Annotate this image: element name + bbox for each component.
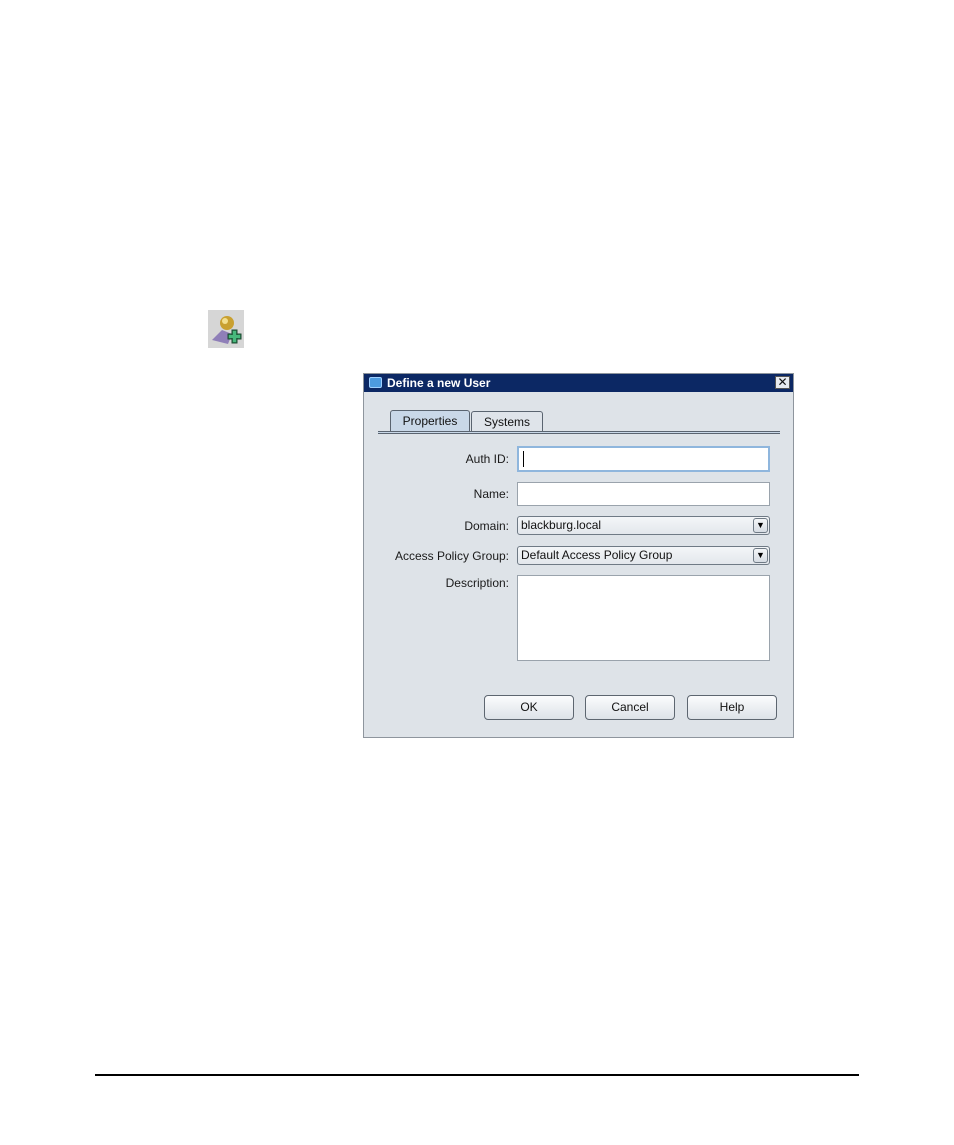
tab-properties[interactable]: Properties bbox=[390, 410, 470, 431]
define-user-dialog: Define a new User ✕ Properties Systems A… bbox=[363, 373, 794, 738]
add-user-icon[interactable] bbox=[208, 310, 244, 348]
window-icon bbox=[369, 377, 382, 388]
name-input[interactable] bbox=[517, 482, 770, 506]
domain-label: Domain: bbox=[464, 519, 509, 533]
chevron-down-icon[interactable]: ▼ bbox=[753, 548, 768, 563]
name-label: Name: bbox=[473, 487, 509, 501]
page: Define a new User ✕ Properties Systems A… bbox=[0, 0, 954, 1145]
dialog-titlebar[interactable]: Define a new User ✕ bbox=[364, 374, 793, 392]
domain-value: blackburg.local bbox=[521, 518, 602, 532]
close-button[interactable]: ✕ bbox=[775, 376, 790, 389]
close-icon: ✕ bbox=[777, 375, 788, 389]
access-policy-group-label: Access Policy Group: bbox=[394, 549, 509, 563]
help-button[interactable]: Help bbox=[687, 695, 777, 720]
footer-rule bbox=[95, 1074, 859, 1076]
tab-systems[interactable]: Systems bbox=[471, 411, 543, 431]
auth-id-label: Auth ID: bbox=[465, 452, 509, 466]
domain-select[interactable]: blackburg.local ▼ bbox=[517, 516, 770, 535]
description-textarea[interactable] bbox=[517, 575, 770, 661]
ok-button[interactable]: OK bbox=[484, 695, 574, 720]
auth-id-input[interactable] bbox=[517, 446, 770, 472]
cancel-button[interactable]: Cancel bbox=[585, 695, 675, 720]
text-caret bbox=[523, 451, 524, 467]
description-label: Description: bbox=[445, 576, 509, 590]
tab-divider bbox=[378, 431, 780, 434]
access-policy-group-value: Default Access Policy Group bbox=[521, 548, 673, 562]
chevron-down-icon[interactable]: ▼ bbox=[753, 518, 768, 533]
access-policy-group-select[interactable]: Default Access Policy Group ▼ bbox=[517, 546, 770, 565]
dialog-title: Define a new User bbox=[387, 376, 491, 390]
